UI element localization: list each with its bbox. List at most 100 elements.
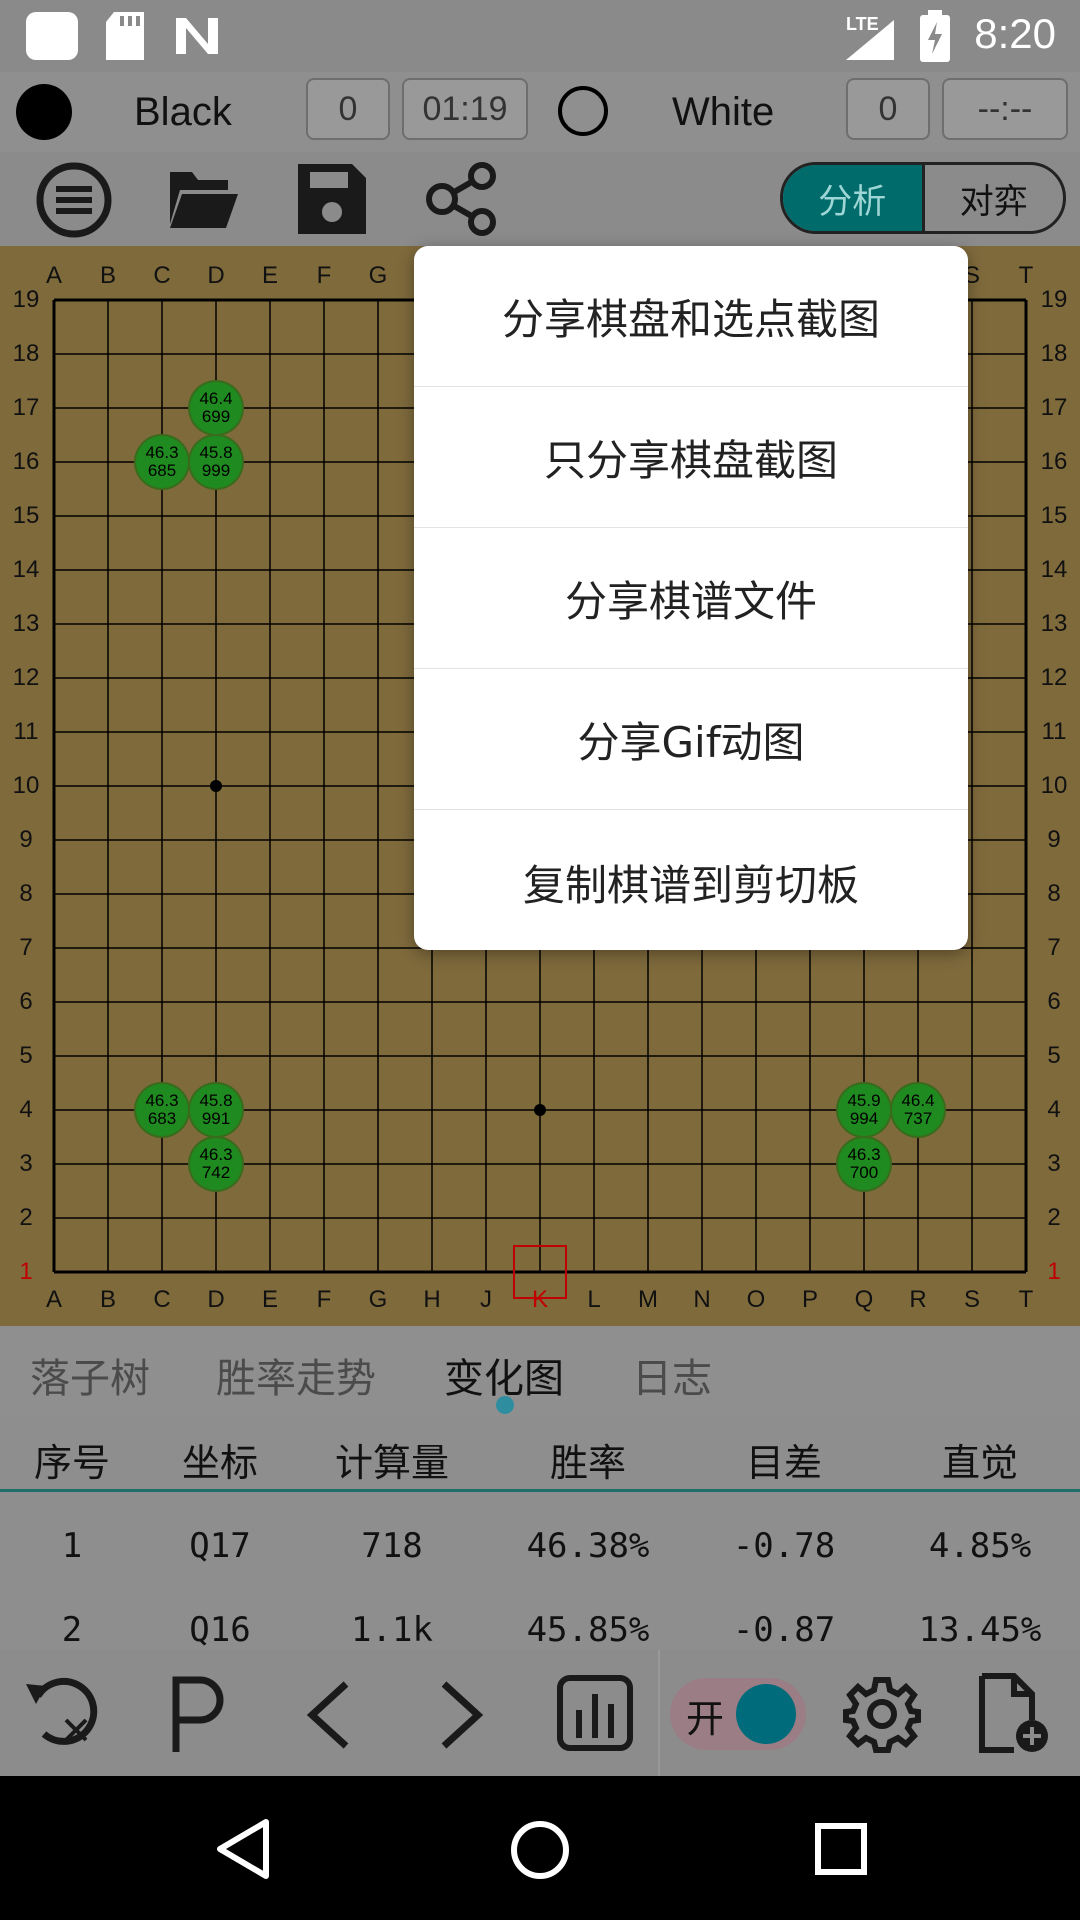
top-toolbar: 分析 对弈 [0,152,1080,246]
copy-sgf-clipboard-item[interactable]: 复制棋谱到剪切板 [414,810,968,950]
candidate-winrate: 46.3 [145,443,179,462]
candidate-table: 序号 坐标 计算量 胜率 目差 直觉 1 Q17 718 46.38% -0.7… [0,1416,1080,1650]
candidate-visits: 737 [903,1109,933,1128]
share-board-only-item[interactable]: 只分享棋盘截图 [414,387,968,528]
cell-policy: 13.45% [918,1610,1042,1650]
candidate-move[interactable]: 46.3 683 [136,1084,188,1136]
cell-visits: 718 [361,1526,423,1566]
cell-coordinate: Q17 [189,1526,251,1566]
share-board-and-candidates-item[interactable]: 分享棋盘和选点截图 [414,246,968,387]
share-icon[interactable] [424,162,500,236]
black-player-name: Black [134,90,232,134]
pass-icon[interactable] [168,1676,228,1752]
candidate-winrate: 46.4 [901,1091,935,1110]
board-cursor [513,1245,567,1299]
save-icon[interactable] [298,164,366,234]
cell-winrate: 46.38% [526,1526,650,1566]
candidate-winrate: 45.8 [199,443,233,462]
app-notification-icon [26,12,78,60]
header-winrate: 胜率 [549,1441,626,1485]
tab-log[interactable]: 日志 [632,1346,712,1404]
candidate-visits: 991 [201,1109,231,1128]
mode-analysis-button[interactable]: 分析 [783,165,925,231]
recents-icon[interactable] [814,1822,868,1876]
cell-index: 2 [61,1610,83,1650]
candidate-winrate: 45.8 [199,1091,233,1110]
analysis-chart-icon[interactable] [556,1674,634,1752]
candidate-move[interactable]: 45.8 991 [190,1084,242,1136]
mode-toggle: 分析 对弈 [780,162,1066,234]
candidate-move[interactable]: 45.8 999 [190,436,242,488]
new-game-file-icon[interactable] [974,1672,1054,1756]
sd-card-icon [106,12,144,60]
candidate-move[interactable]: 46.3 700 [838,1138,890,1190]
cell-index: 1 [61,1526,83,1566]
white-stone-icon [558,86,608,136]
table-header: 序号 坐标 计算量 胜率 目差 直觉 [0,1416,1080,1492]
n-notification-icon [176,18,218,54]
share-sgf-file-item[interactable]: 分享棋谱文件 [414,528,968,669]
header-index: 序号 [33,1441,110,1485]
white-clock: --:-- [942,78,1068,140]
black-stone-icon [16,84,72,140]
system-nav-bar [0,1776,1080,1920]
table-row[interactable]: 1 Q17 718 46.38% -0.78 4.85% [0,1526,1080,1576]
header-visits: 计算量 [334,1441,449,1485]
candidate-move[interactable]: 46.4 737 [892,1084,944,1136]
analysis-tabs: 落子树 胜率走势 变化图 日志 [0,1326,1080,1416]
white-player-name: White [672,90,775,134]
signal-icon [846,20,894,60]
cell-score-lead: -0.87 [732,1610,836,1650]
black-captures: 0 [306,78,390,140]
cell-visits: 1.1k [351,1610,433,1650]
share-menu: 分享棋盘和选点截图 只分享棋盘截图 分享棋谱文件 分享Gif动图 复制棋谱到剪切… [414,246,968,950]
candidate-winrate: 46.3 [145,1091,179,1110]
battery-charging-icon [920,10,950,62]
candidate-winrate: 46.3 [847,1145,881,1164]
candidate-winrate: 46.4 [199,389,233,408]
status-time: 8:20 [974,10,1056,57]
previous-move-icon[interactable] [304,1680,354,1750]
toolbar-separator [658,1650,660,1776]
back-icon[interactable] [214,1818,270,1880]
header-policy: 直觉 [941,1441,1018,1485]
candidate-visits: 683 [147,1109,177,1128]
candidate-winrate: 46.3 [199,1145,233,1164]
settings-gear-icon[interactable] [842,1674,922,1754]
status-bar: LTE 8:20 [0,0,1080,72]
player-bar: Black 0 01:19 White 0 --:-- [0,72,1080,152]
bottom-toolbar: 开 [0,1650,1080,1776]
candidate-move[interactable]: 46.3 685 [136,436,188,488]
tab-indicator [496,1396,514,1414]
menu-icon[interactable] [34,160,114,240]
cell-winrate: 45.85% [526,1610,650,1650]
engine-toggle-knob [736,1684,796,1744]
next-move-icon[interactable] [436,1680,486,1750]
candidate-move[interactable]: 46.3 742 [190,1138,242,1190]
black-clock: 01:19 [402,78,528,140]
candidate-move[interactable]: 46.4 699 [190,382,242,434]
candidate-visits: 699 [201,407,231,426]
header-score-lead: 目差 [745,1441,822,1485]
white-captures: 0 [846,78,930,140]
undo-cut-icon[interactable] [24,1676,104,1752]
cell-score-lead: -0.78 [732,1526,836,1566]
candidate-visits: 994 [849,1109,879,1128]
open-folder-icon[interactable] [166,166,240,232]
candidate-visits: 742 [201,1163,231,1182]
engine-toggle[interactable]: 开 [670,1678,806,1750]
cell-coordinate: Q16 [189,1610,251,1650]
candidate-visits: 700 [849,1163,879,1182]
candidate-visits: 999 [201,461,231,480]
header-coordinate: 坐标 [181,1441,258,1485]
candidate-winrate: 45.9 [847,1091,881,1110]
engine-toggle-label: 开 [686,1697,725,1741]
tab-move-tree[interactable]: 落子树 [30,1346,150,1404]
home-icon[interactable] [510,1820,570,1880]
mode-play-button[interactable]: 对弈 [925,165,1064,231]
candidate-visits: 685 [147,461,177,480]
cell-policy: 4.85% [928,1526,1032,1566]
candidate-move[interactable]: 45.9 994 [838,1084,890,1136]
tab-winrate-trend[interactable]: 胜率走势 [216,1346,376,1404]
share-gif-item[interactable]: 分享Gif动图 [414,669,968,810]
